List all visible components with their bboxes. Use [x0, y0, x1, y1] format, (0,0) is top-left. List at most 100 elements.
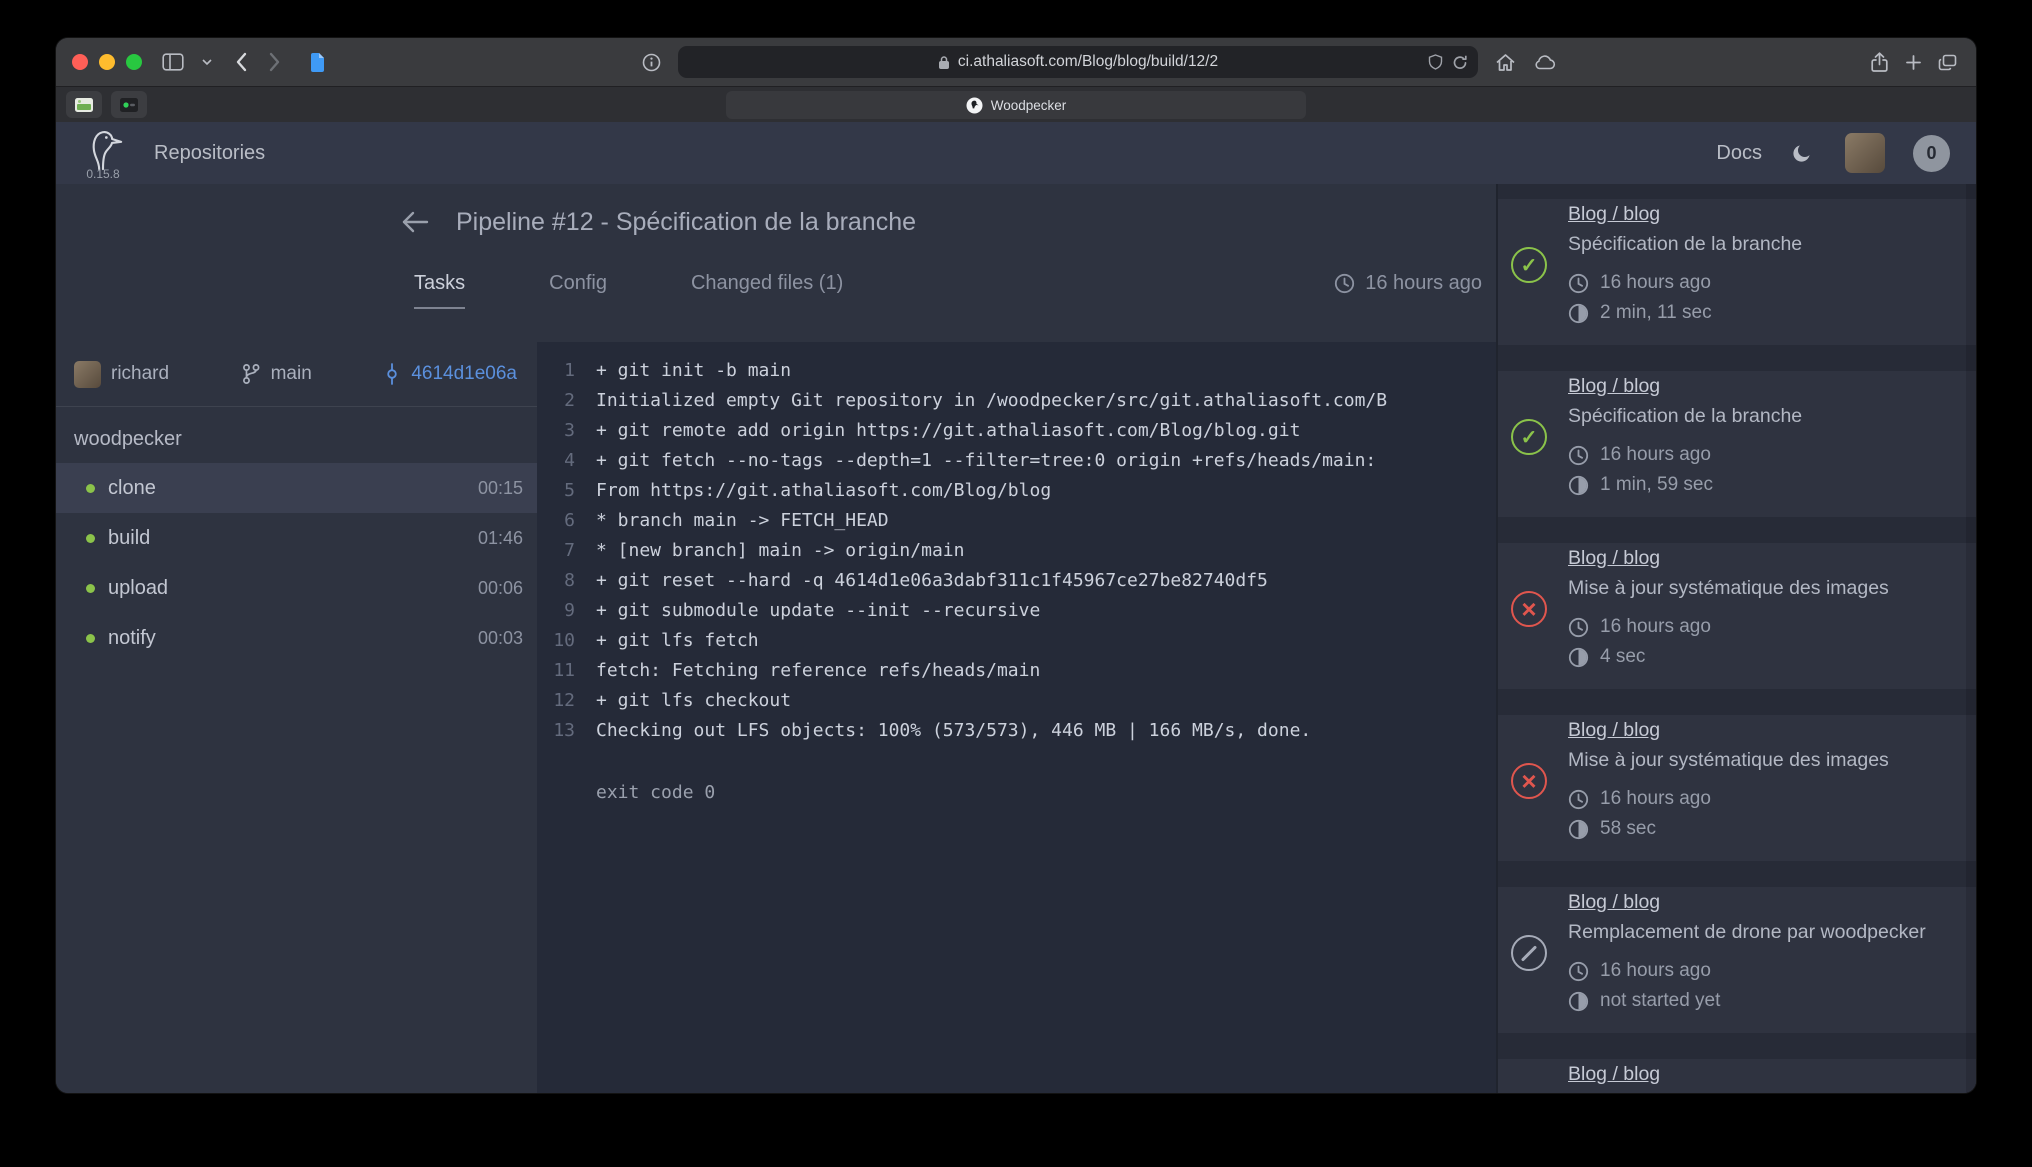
line-number[interactable]: 5 [537, 476, 575, 506]
recent-pipelines-sidebar[interactable]: Blog / blog Spécification de la branche … [1496, 184, 1976, 1093]
forward-icon [269, 52, 281, 72]
nav-repositories[interactable]: Repositories [154, 142, 265, 165]
line-number[interactable]: 12 [537, 686, 575, 716]
branch-name: main [271, 363, 312, 385]
start-page-button[interactable] [304, 46, 330, 78]
pipeline-tab[interactable]: Config [549, 272, 607, 307]
moon-icon [1790, 142, 1813, 165]
url-bar[interactable]: ci.athaliasoft.com/Blog/blog/build/12/2 [678, 46, 1478, 78]
x-icon [1521, 768, 1536, 795]
line-number[interactable]: 3 [537, 416, 575, 446]
forward-button[interactable] [262, 46, 288, 78]
privacy-report-button[interactable] [638, 46, 664, 78]
console-line: 2 Initialized empty Git repository in /w… [537, 386, 1496, 416]
line-number[interactable]: 2 [537, 386, 575, 416]
pipeline-card[interactable]: Blog / blog Mise à jour systématique des… [1498, 715, 1976, 861]
line-number[interactable]: 7 [537, 536, 575, 566]
back-to-pipelines-button[interactable] [400, 209, 430, 235]
tracker-shield-icon[interactable] [1428, 54, 1443, 70]
pipeline-card[interactable]: Blog / blog [1498, 1059, 1976, 1093]
step-row[interactable]: build 01:46 [56, 513, 537, 563]
pipeline-card[interactable]: Blog / blog Remplacement de drone par wo… [1498, 887, 1976, 1033]
repo-link[interactable]: Blog / blog [1568, 203, 1660, 226]
line-text: fetch: Fetching reference refs/heads/mai… [575, 656, 1040, 686]
pipeline-tab[interactable]: Tasks [414, 272, 465, 309]
user-avatar[interactable] [1845, 133, 1885, 173]
browser-window: ci.athaliasoft.com/Blog/blog/build/12/2 [56, 38, 1976, 1093]
pipeline-duration: 58 sec [1568, 814, 1950, 844]
chevron-down-icon [202, 59, 212, 66]
sidebar-chevron-button[interactable] [194, 46, 220, 78]
pipeline-time: 16 hours ago [1568, 268, 1950, 298]
clock-icon [1568, 617, 1589, 638]
line-number[interactable]: 1 [537, 356, 575, 386]
zoom-window-button[interactable] [126, 54, 142, 70]
console-line: 4 + git fetch --no-tags --depth=1 --filt… [537, 446, 1496, 476]
tab-overview-icon [1938, 54, 1957, 71]
pipeline-card[interactable]: Blog / blog Spécification de la branche … [1498, 371, 1976, 517]
line-number[interactable]: 13 [537, 716, 575, 746]
clock-icon [1334, 273, 1355, 294]
sidebar-toggle-button[interactable] [160, 46, 186, 78]
pipeline-tab[interactable]: Changed files (1) [691, 272, 843, 307]
icloud-tabs-button[interactable] [1532, 46, 1558, 78]
reload-icon[interactable] [1452, 54, 1468, 71]
new-tab-button[interactable] [1900, 46, 1926, 78]
commit-sha-link[interactable]: 4614d1e06a [383, 363, 517, 385]
woodpecker-logo[interactable]: 0.15.8 [82, 127, 124, 180]
pipeline-card[interactable]: Blog / blog Mise à jour systématique des… [1498, 543, 1976, 689]
line-number[interactable]: 6 [537, 506, 575, 536]
tab-title: Woodpecker [991, 98, 1067, 113]
line-number[interactable]: 8 [537, 566, 575, 596]
pinned-tab-1[interactable] [66, 91, 102, 118]
step-row[interactable]: clone 00:15 [56, 463, 537, 513]
duration-text: 2 min, 11 sec [1600, 298, 1712, 328]
home-button[interactable] [1492, 46, 1518, 78]
woodpecker-app: 0.15.8 Repositories Docs 0 Pipe [56, 122, 1976, 1093]
blue-page-icon [309, 52, 326, 73]
share-button[interactable] [1866, 46, 1892, 78]
tab-overview-button[interactable] [1934, 46, 1960, 78]
line-number[interactable]: 4 [537, 446, 575, 476]
clock-icon [1568, 961, 1589, 982]
info-icon [642, 53, 661, 72]
repo-link[interactable]: Blog / blog [1568, 719, 1660, 742]
plus-icon [1905, 54, 1922, 71]
step-row[interactable]: upload 00:06 [56, 563, 537, 613]
line-number[interactable]: 11 [537, 656, 575, 686]
nav-docs[interactable]: Docs [1716, 142, 1762, 165]
notification-badge[interactable]: 0 [1913, 135, 1950, 172]
duration-text: 1 min, 59 sec [1600, 470, 1713, 500]
workflow-name[interactable]: woodpecker [56, 415, 537, 463]
console-line: 5 From https://git.athaliasoft.com/Blog/… [537, 476, 1496, 506]
slash-icon [1521, 945, 1537, 961]
pipeline-card[interactable]: Blog / blog Spécification de la branche … [1498, 199, 1976, 345]
check-icon [1521, 253, 1538, 278]
line-number[interactable]: 10 [537, 626, 575, 656]
exit-code: exit code 0 [537, 778, 1496, 808]
desktop-background: ci.athaliasoft.com/Blog/blog/build/12/2 [0, 0, 2032, 1167]
step-row[interactable]: notify 00:03 [56, 613, 537, 663]
minimize-window-button[interactable] [99, 54, 115, 70]
repo-link[interactable]: Blog / blog [1568, 1063, 1660, 1086]
arrow-left-icon [400, 209, 430, 235]
theme-toggle-button[interactable] [1790, 142, 1813, 165]
elapsed-icon [1568, 991, 1589, 1012]
line-text: + git init -b main [575, 356, 791, 386]
back-icon [235, 52, 247, 72]
pinned-tab-2[interactable] [111, 91, 147, 118]
close-window-button[interactable] [72, 54, 88, 70]
pipeline-tabs: Tasks Config Changed files (1) 16 hours … [56, 260, 1496, 324]
repo-link[interactable]: Blog / blog [1568, 547, 1660, 570]
commit-message: Spécification de la branche [1568, 233, 1950, 256]
duration-text: 4 sec [1600, 642, 1645, 672]
console-line: 3 + git remote add origin https://git.at… [537, 416, 1496, 446]
pipeline-duration: not started yet [1568, 986, 1950, 1016]
line-number[interactable]: 9 [537, 596, 575, 626]
repo-link[interactable]: Blog / blog [1568, 891, 1660, 914]
back-button[interactable] [228, 46, 254, 78]
pipeline-title: Pipeline #12 - Spécification de la branc… [456, 208, 916, 237]
repo-link[interactable]: Blog / blog [1568, 375, 1660, 398]
active-tab[interactable]: Woodpecker [726, 91, 1306, 119]
line-text: + git submodule update --init --recursiv… [575, 596, 1040, 626]
